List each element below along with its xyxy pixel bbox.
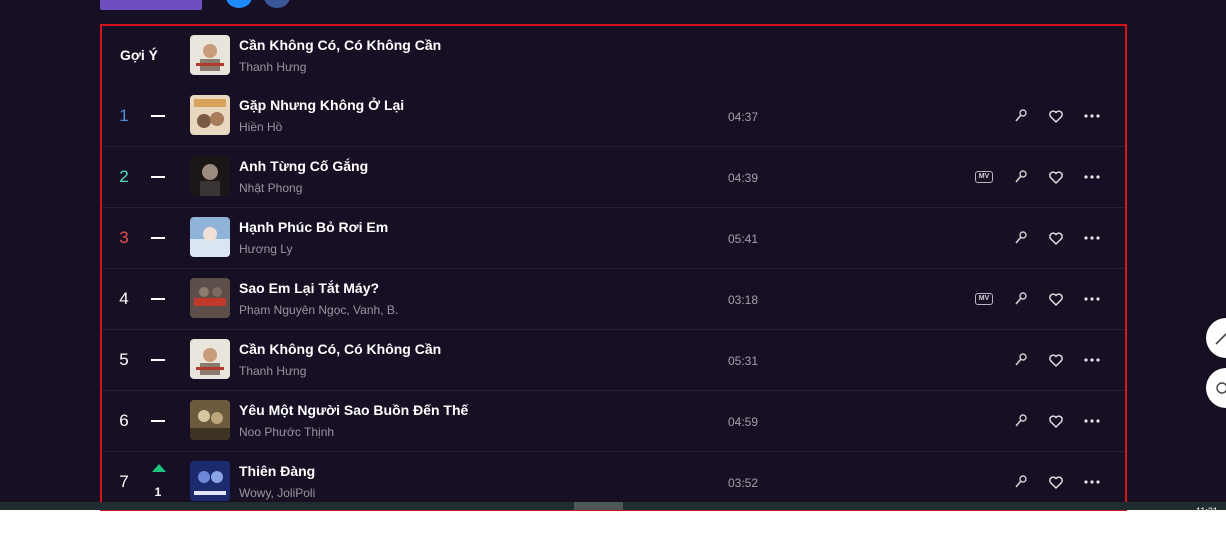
rank-number: 2 — [119, 167, 129, 186]
taskbar-clock: 11:21 — [1196, 506, 1218, 516]
heart-icon[interactable] — [1044, 348, 1068, 372]
song-row[interactable]: 5 Cần Không Có, Có Không Cần Thanh Hưng … — [102, 330, 1125, 391]
mv-icon[interactable]: MV — [972, 287, 996, 311]
song-title[interactable]: Hạnh Phúc Bỏ Rơi Em — [239, 219, 388, 235]
song-artist[interactable]: Noo Phước Thịnh — [239, 425, 334, 439]
song-artist[interactable]: Thanh Hưng — [239, 60, 306, 74]
song-row[interactable]: 2 Anh Từng Cố Gắng Nhật Phong 04:39 MV — [102, 147, 1125, 208]
song-duration: 04:59 — [728, 415, 759, 429]
song-row[interactable]: 1 Gặp Nhưng Không Ở Lại Hiền Hồ 04:37 — [102, 86, 1125, 147]
more-icon[interactable] — [1080, 409, 1104, 433]
mv-badge-label: MV — [975, 171, 993, 183]
song-title[interactable]: Cần Không Có, Có Không Cần — [239, 37, 441, 53]
play-all-button[interactable] — [100, 0, 202, 10]
trend-up-icon — [152, 464, 166, 472]
scrollbar-thumb[interactable] — [574, 502, 623, 510]
heart-icon[interactable] — [1044, 470, 1068, 494]
messenger-icon[interactable] — [226, 0, 252, 8]
microphone-icon[interactable] — [1009, 226, 1033, 250]
microphone-icon[interactable] — [1009, 165, 1033, 189]
microphone-icon[interactable] — [1009, 104, 1033, 128]
more-icon[interactable] — [1080, 226, 1104, 250]
song-duration: 05:31 — [728, 354, 759, 368]
song-title[interactable]: Anh Từng Cố Gắng — [239, 158, 368, 174]
song-thumbnail[interactable] — [190, 461, 230, 501]
heart-icon[interactable] — [1044, 104, 1068, 128]
rank-number: 6 — [119, 411, 129, 430]
song-title[interactable]: Thiên Đàng — [239, 463, 315, 479]
trend-same-icon — [151, 298, 165, 300]
song-thumbnail[interactable] — [190, 217, 230, 257]
microphone-icon[interactable] — [1009, 409, 1033, 433]
song-thumbnail[interactable] — [190, 400, 230, 440]
heart-icon[interactable] — [1044, 287, 1068, 311]
song-thumbnail[interactable] — [190, 95, 230, 135]
rank-number: 5 — [119, 350, 129, 369]
trend-same-icon — [151, 420, 165, 422]
microphone-icon[interactable] — [1009, 470, 1033, 494]
more-icon[interactable] — [1080, 165, 1104, 189]
song-row[interactable]: 4 Sao Em Lại Tắt Máy? Phạm Nguyên Ngọc, … — [102, 269, 1125, 330]
song-artist[interactable]: Hiền Hồ — [239, 120, 282, 134]
app-background: Gợi Ý Cần Không Có, Có Không Cần Thanh H… — [0, 0, 1226, 511]
trend-same-icon — [151, 115, 165, 117]
more-icon[interactable] — [1080, 470, 1104, 494]
trend-same-icon — [151, 176, 165, 178]
trend-same-icon — [151, 237, 165, 239]
mv-badge-label: MV — [975, 293, 993, 305]
song-duration: 04:37 — [728, 110, 759, 124]
mv-icon[interactable]: MV — [972, 165, 996, 189]
song-title[interactable]: Yêu Một Người Sao Buồn Đến Thế — [239, 402, 468, 418]
rank-number: 3 — [119, 228, 129, 247]
facebook-icon[interactable] — [264, 0, 290, 8]
song-thumbnail[interactable] — [190, 35, 230, 75]
song-thumbnail[interactable] — [190, 339, 230, 379]
heart-icon[interactable] — [1044, 409, 1068, 433]
song-duration: 04:39 — [728, 171, 759, 185]
song-artist[interactable]: Phạm Nguyên Ngọc, Vanh, B. — [239, 303, 398, 317]
song-title[interactable]: Sao Em Lại Tắt Máy? — [239, 280, 379, 296]
song-artist[interactable]: Wowy, JoliPoli — [239, 486, 315, 500]
chart-list: Gợi Ý Cần Không Có, Có Không Cần Thanh H… — [100, 24, 1127, 511]
suggest-label: Gợi Ý — [120, 47, 158, 63]
song-row[interactable]: 3 Hạnh Phúc Bỏ Rơi Em Hương Ly 05:41 — [102, 208, 1125, 269]
song-artist[interactable]: Hương Ly — [239, 242, 292, 256]
more-icon[interactable] — [1080, 348, 1104, 372]
microphone-icon[interactable] — [1009, 348, 1033, 372]
song-title[interactable]: Cần Không Có, Có Không Cần — [239, 341, 441, 357]
heart-icon[interactable] — [1044, 226, 1068, 250]
suggest-row[interactable]: Gợi Ý Cần Không Có, Có Không Cần Thanh H… — [102, 26, 1125, 87]
song-thumbnail[interactable] — [190, 278, 230, 318]
heart-icon[interactable] — [1044, 165, 1068, 189]
scroll-top-button[interactable] — [1206, 318, 1226, 358]
microphone-icon[interactable] — [1009, 287, 1033, 311]
song-artist[interactable]: Thanh Hưng — [239, 364, 306, 378]
song-duration: 03:18 — [728, 293, 759, 307]
song-thumbnail[interactable] — [190, 156, 230, 196]
more-icon[interactable] — [1080, 287, 1104, 311]
song-artist[interactable]: Nhật Phong — [239, 181, 302, 195]
song-title[interactable]: Gặp Nhưng Không Ở Lại — [239, 97, 404, 113]
more-icon[interactable] — [1080, 104, 1104, 128]
song-duration: 03:52 — [728, 476, 759, 490]
theme-button[interactable] — [1206, 368, 1226, 408]
rank-number: 4 — [119, 289, 129, 308]
rank-number: 1 — [119, 106, 129, 125]
trend-same-icon — [151, 359, 165, 361]
trend-value: 1 — [154, 485, 162, 499]
song-duration: 05:41 — [728, 232, 759, 246]
song-row[interactable]: 6 Yêu Một Người Sao Buồn Đến Thế Noo Phư… — [102, 391, 1125, 452]
